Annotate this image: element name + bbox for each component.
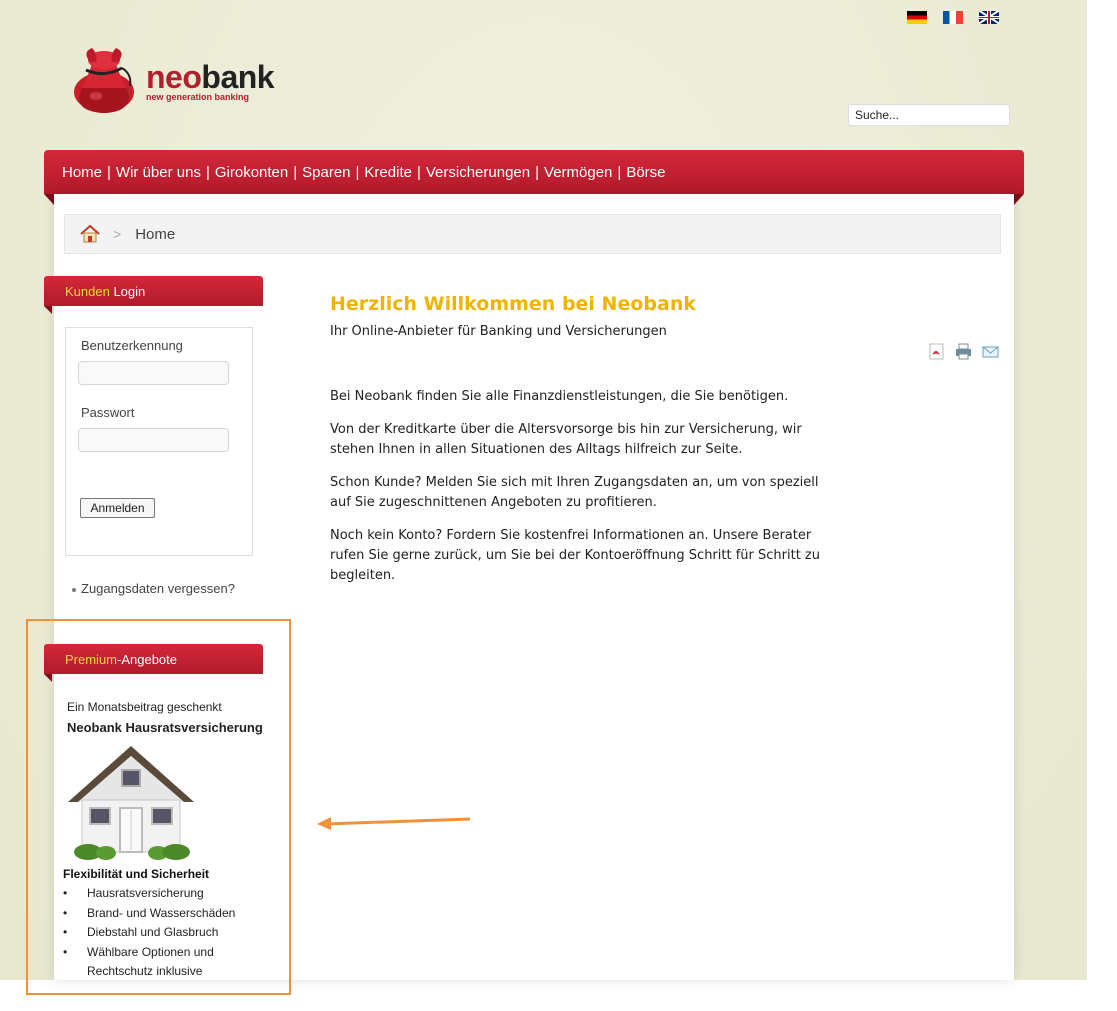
nav-fold-left bbox=[44, 194, 54, 205]
forgot-credentials-label: Zugangsdaten vergessen? bbox=[81, 581, 235, 596]
premium-product-name[interactable]: Neobank Hausratsversicherung bbox=[67, 720, 263, 735]
page-title: Herzlich Willkommen bei Neobank bbox=[330, 293, 696, 315]
nav-item-wir-ueber-uns[interactable]: Wir über uns bbox=[116, 164, 201, 181]
logo-name-neo: neo bbox=[146, 59, 202, 95]
password-label: Passwort bbox=[81, 405, 135, 420]
premium-title-rest: -Angebote bbox=[117, 652, 178, 667]
username-label: Benutzerkennung bbox=[81, 338, 183, 353]
nav-separator: | bbox=[535, 163, 540, 181]
login-title-highlight: Kunden bbox=[65, 284, 110, 299]
login-button[interactable]: Anmelden bbox=[80, 498, 155, 518]
premium-module-title: Premium-Angebote bbox=[44, 644, 263, 682]
content-paragraph: Bei Neobank finden Sie alle Finanzdienst… bbox=[330, 389, 789, 404]
main-navigation: Home | Wir über uns | Girokonten | Spare… bbox=[44, 150, 1024, 205]
money-bag-icon bbox=[74, 48, 134, 113]
content-paragraph: Noch kein Konto? Fordern Sie kostenfrei … bbox=[330, 528, 820, 583]
site-logo[interactable]: neobank new generation banking bbox=[68, 44, 275, 114]
feature-label: Wählbare Optionen und Rechtschutz inklus… bbox=[87, 944, 214, 979]
list-bullet: • bbox=[63, 925, 68, 939]
home-icon[interactable] bbox=[79, 224, 101, 244]
list-bullet: • bbox=[63, 886, 68, 900]
nav-separator: | bbox=[293, 163, 298, 181]
breadcrumb: > Home bbox=[64, 214, 1001, 254]
breadcrumb-current: Home bbox=[135, 225, 176, 243]
annotation-arrow bbox=[317, 817, 471, 830]
nav-separator: | bbox=[107, 163, 111, 181]
nav-item-girokonten[interactable]: Girokonten bbox=[215, 164, 288, 181]
nav-separator: | bbox=[205, 163, 210, 181]
bullet-dot bbox=[72, 587, 76, 592]
french-flag-icon[interactable] bbox=[943, 11, 963, 24]
forgot-credentials-link[interactable]: Zugangsdaten vergessen? bbox=[72, 581, 235, 596]
print-icon[interactable] bbox=[955, 343, 972, 360]
language-switcher bbox=[907, 11, 999, 24]
email-icon[interactable] bbox=[982, 343, 999, 360]
nav-item-vermoegen[interactable]: Vermögen bbox=[544, 164, 612, 181]
username-field[interactable] bbox=[78, 361, 229, 385]
feature-label: Diebstahl und Glasbruch bbox=[87, 925, 219, 939]
house-image[interactable] bbox=[66, 742, 196, 862]
nav-item-sparen[interactable]: Sparen bbox=[302, 164, 350, 181]
login-title-rest: Login bbox=[109, 284, 146, 299]
breadcrumb-separator: > bbox=[113, 226, 122, 242]
main-content: Herzlich Willkommen bei Neobank Ihr Onli… bbox=[330, 293, 840, 339]
nav-separator: | bbox=[617, 163, 622, 181]
search-input[interactable] bbox=[848, 104, 1010, 126]
feature-label: Brand- und Wasserschäden bbox=[87, 905, 236, 920]
list-item: • Wählbare Optionen und Rechtschutz inklu… bbox=[63, 943, 223, 982]
nav-item-kredite[interactable]: Kredite bbox=[364, 164, 412, 181]
premium-subtitle: Ein Monatsbeitrag geschenkt bbox=[67, 700, 222, 714]
nav-item-boerse[interactable]: Börse bbox=[626, 164, 665, 181]
logo-name-bank: bank bbox=[201, 59, 275, 95]
nav-item-home[interactable]: Home bbox=[62, 164, 102, 181]
list-item: • Brand- und Wasserschäden bbox=[63, 904, 263, 924]
password-field[interactable] bbox=[78, 428, 229, 452]
english-flag-icon[interactable] bbox=[979, 11, 999, 24]
list-bullet: • bbox=[63, 944, 68, 959]
list-item: • Diebstahl und Glasbruch bbox=[63, 923, 263, 943]
title-fold bbox=[44, 306, 52, 314]
german-flag-icon[interactable] bbox=[907, 11, 927, 24]
nav-separator: | bbox=[355, 163, 360, 181]
article-tools bbox=[928, 343, 999, 360]
logo-text: neobank new generation banking bbox=[146, 59, 275, 102]
content-paragraph: Von der Kreditkarte über die Altersvorso… bbox=[330, 422, 802, 457]
title-fold bbox=[44, 674, 52, 682]
nav-separator: | bbox=[416, 163, 421, 181]
page-subtitle: Ihr Online-Anbieter für Banking und Vers… bbox=[330, 324, 667, 339]
feature-label: Hausratsversicherung bbox=[87, 886, 204, 900]
nav-fold-right bbox=[1014, 194, 1024, 205]
list-item: • Hausratsversicherung bbox=[63, 884, 263, 904]
list-bullet: • bbox=[63, 905, 68, 920]
content-paragraph: Schon Kunde? Melden Sie sich mit Ihren Z… bbox=[330, 475, 819, 510]
login-module-title: Kunden Login bbox=[44, 276, 263, 314]
pdf-icon[interactable] bbox=[928, 343, 945, 360]
features-title: Flexibilität und Sicherheit bbox=[63, 867, 210, 881]
features-list: • Hausratsversicherung • Brand- und Wasser… bbox=[63, 884, 263, 982]
premium-title-highlight: Premium bbox=[65, 652, 118, 667]
nav-item-versicherungen[interactable]: Versicherungen bbox=[426, 164, 530, 181]
